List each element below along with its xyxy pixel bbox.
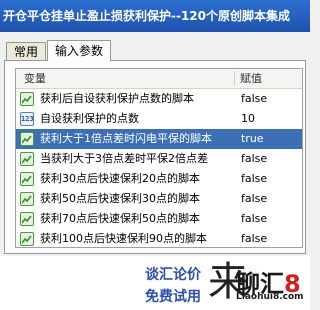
tab-input-parameters[interactable]: 输入参数 [47, 40, 111, 61]
table-row[interactable]: 获利30点后快速保利20点的脚本 false [16, 169, 302, 189]
chart-icon [20, 232, 34, 246]
table-row[interactable]: 获利70点后快速保利50点的脚本 false [16, 209, 302, 229]
parameter-value[interactable]: false [241, 89, 267, 109]
parameter-value[interactable]: false [241, 189, 267, 209]
table-row[interactable]: 123 自设获利保护的点数 10 [16, 109, 302, 129]
table-header: 变量 赋值 [16, 69, 302, 89]
parameter-value[interactable]: false [241, 149, 267, 169]
number-123-icon: 123 [20, 112, 34, 126]
promo-line-1: 谈汇论价 [145, 267, 201, 283]
chart-icon [20, 92, 34, 106]
chart-icon [20, 172, 34, 186]
chart-icon [20, 192, 34, 206]
parameters-table: 变量 赋值 获利后自设获利保护点数的脚本 false 123 自设获利保护的点数… [15, 68, 303, 248]
promo-banner: 谈汇论价 免费试用 来 聊汇8 Liaohui8.com [0, 256, 310, 310]
table-row[interactable]: 获利100点后快速保利90点的脚本 false [16, 229, 302, 247]
parameter-name: 当获利大于3倍点差时平保2倍点差 [40, 152, 208, 165]
chart-icon [20, 132, 34, 146]
brand-url: Liaohui8.com [236, 292, 304, 302]
parameter-name: 自设获利保护的点数 [40, 112, 139, 125]
parameter-value[interactable]: false [241, 169, 267, 189]
table-row[interactable]: 获利后自设获利保护点数的脚本 false [16, 89, 302, 109]
table-row[interactable]: 当获利大于3倍点差时平保2倍点差 false [16, 149, 302, 169]
chart-icon [20, 152, 34, 166]
parameter-name: 获利100点后快速保利90点的脚本 [40, 232, 207, 245]
tab-common[interactable]: 常用 [6, 42, 46, 60]
chart-icon [20, 212, 34, 226]
parameter-value[interactable]: true [241, 129, 264, 149]
window-title: 开仓平仓挂单止盈止损获利保护--120个原创脚本集成 [0, 0, 310, 32]
parameter-value[interactable]: false [241, 229, 267, 247]
column-header-variable[interactable]: 变量 [24, 69, 46, 88]
column-header-value[interactable]: 赋值 [240, 69, 262, 88]
column-divider[interactable] [234, 71, 235, 86]
parameter-value[interactable]: 10 [241, 109, 255, 129]
parameter-name: 获利50点后快速保利30点的脚本 [40, 192, 200, 205]
parameter-name: 获利大于1倍点差时闪电平保的脚本 [40, 132, 212, 145]
parameter-name: 获利30点后快速保利20点的脚本 [40, 172, 200, 185]
parameter-name: 获利70点后快速保利50点的脚本 [40, 212, 200, 225]
parameter-name: 获利后自设获利保护点数的脚本 [40, 92, 194, 105]
table-row-selected[interactable]: 获利大于1倍点差时闪电平保的脚本 true [16, 129, 302, 149]
table-row[interactable]: 获利50点后快速保利30点的脚本 false [16, 189, 302, 209]
parameter-value[interactable]: false [241, 209, 267, 229]
promo-line-2: 免费试用 [145, 289, 201, 305]
